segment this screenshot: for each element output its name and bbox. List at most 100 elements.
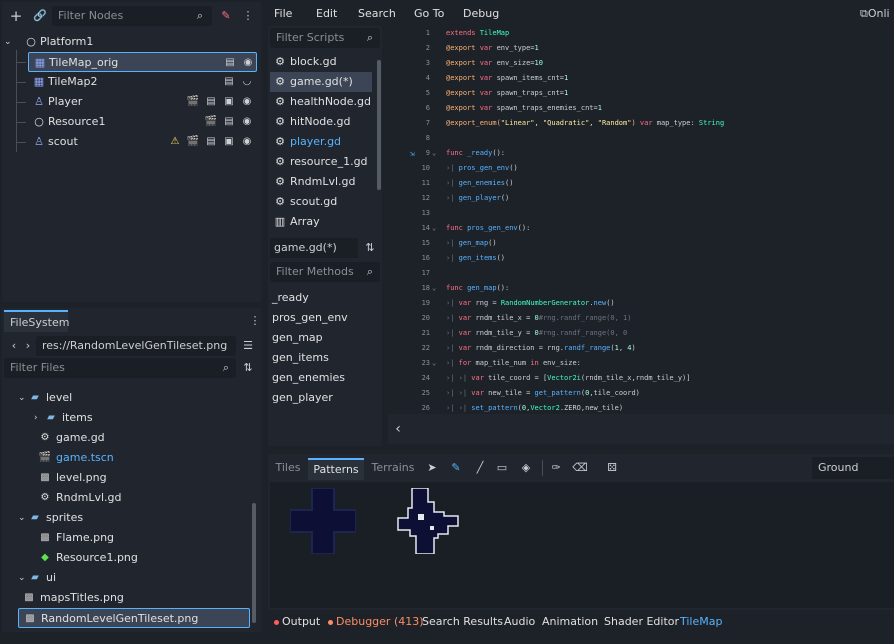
scene-node-player[interactable]: ♙ Player ◉ ▣ ▤ 🎬 <box>28 92 257 112</box>
chevron-down-icon[interactable]: ⌄ <box>18 568 28 588</box>
bottom-tab-shader-editor[interactable]: Shader Editor <box>604 612 679 632</box>
script-filter-icon[interactable]: ✎ <box>218 8 234 24</box>
menu-file[interactable]: File <box>274 2 292 26</box>
eye-icon[interactable]: ◉ <box>239 112 255 132</box>
scene-node-tilemap-orig[interactable]: ▦ TileMap_orig ◉ ▤ <box>28 52 257 72</box>
script-list-item[interactable]: ⚙ game.gd(*) <box>270 72 372 92</box>
fold-arrow-icon[interactable]: ⌄ <box>432 146 440 161</box>
fold-arrow-icon[interactable]: ⌄ <box>432 281 440 296</box>
group-icon[interactable]: ▣ <box>221 92 237 112</box>
file-item[interactable]: › ▰ items <box>34 408 250 428</box>
filesystem-tab[interactable]: FileSystem <box>4 310 69 332</box>
file-tree-scrollbar[interactable] <box>252 503 256 623</box>
pattern-1[interactable] <box>290 488 356 554</box>
sort-icon[interactable]: ⇅ <box>240 360 256 376</box>
picker-tool-icon[interactable]: ✑ <box>548 460 564 476</box>
more-vertical-icon[interactable]: ⋮ <box>247 313 263 329</box>
paint-tool-icon[interactable]: ✎ <box>448 460 464 476</box>
bottom-tab-tilemap[interactable]: TileMap <box>680 612 722 632</box>
more-vertical-icon[interactable]: ⋮ <box>240 8 256 24</box>
file-item[interactable]: ▩ mapsTitles.png <box>18 588 250 608</box>
code-editor[interactable]: 1 2 3 4 5 6 7 8 9 10 11 12 13 14 15 16 17 18 19 20 21 22 23 24 2… <box>388 26 894 412</box>
script-icon[interactable]: ▤ <box>221 72 237 92</box>
file-item[interactable]: ⚙ RndmLvl.gd <box>34 488 250 508</box>
eye-icon[interactable]: ◉ <box>239 132 255 152</box>
scene-node-scout[interactable]: ♙ scout ◉ ▣ ▤ 🎬 ⚠ <box>28 132 257 152</box>
clapper-icon[interactable]: 🎬 <box>185 92 201 112</box>
group-icon[interactable]: ▣ <box>221 132 237 152</box>
bottom-tab-output[interactable]: Output <box>274 612 320 632</box>
files-filter-input[interactable]: Filter Files <box>4 358 236 378</box>
warning-icon[interactable]: ⚠ <box>167 132 183 152</box>
eraser-tool-icon[interactable]: ⌫ <box>572 460 588 476</box>
script-icon[interactable]: ▤ <box>203 132 219 152</box>
eye-closed-icon[interactable]: ◡ <box>239 72 255 92</box>
bottom-tab-search-results[interactable]: Search Results <box>422 612 503 632</box>
pattern-2[interactable] <box>394 488 460 554</box>
select-tool-icon[interactable]: ➤ <box>424 460 440 476</box>
add-node-icon[interactable]: + <box>8 8 24 24</box>
menu-edit[interactable]: Edit <box>316 2 337 26</box>
menu-debug[interactable]: Debug <box>463 2 499 26</box>
chevron-down-icon[interactable]: ⌄ <box>4 32 16 52</box>
script-icon[interactable]: ▤ <box>203 92 219 112</box>
script-list-item[interactable]: ⚙ block.gd <box>270 52 372 72</box>
script-list-item[interactable]: ⚙ resource_1.gd <box>270 152 372 172</box>
script-list-item[interactable]: ▥ Array <box>270 212 372 232</box>
scene-filter-input[interactable]: Filter Nodes <box>52 6 212 26</box>
bucket-tool-icon[interactable]: ◈ <box>518 460 534 476</box>
bottom-tab-animation[interactable]: Animation <box>542 612 598 632</box>
method-item[interactable]: gen_player <box>272 388 333 408</box>
fold-arrow-icon[interactable]: ⌄ <box>432 356 440 371</box>
script-list-item[interactable]: ⚙ healthNode.gd <box>270 92 372 112</box>
sort-icon[interactable]: ⇅ <box>362 240 378 256</box>
script-list-item[interactable]: ⚙ RndmLvl.gd <box>270 172 372 192</box>
file-item[interactable]: ▩ RandomLevelGenTileset.png <box>18 608 250 628</box>
layer-dropdown[interactable]: Ground <box>812 457 894 479</box>
chevron-right-icon[interactable]: › <box>34 408 44 428</box>
scene-node-tilemap2[interactable]: ▦ TileMap2 ◡ ▤ <box>28 72 257 92</box>
method-item[interactable]: gen_enemies <box>272 368 345 388</box>
script-icon[interactable]: ▤ <box>222 53 238 73</box>
eye-icon[interactable]: ◉ <box>240 53 256 73</box>
file-item[interactable]: ▩ level.png <box>34 468 250 488</box>
bottom-tab-audio[interactable]: Audio <box>504 612 535 632</box>
file-item[interactable]: ⌄ ▰ sprites <box>18 508 250 528</box>
scene-node-platform1[interactable]: ⌄ ○ Platform1 <box>4 32 257 52</box>
method-item[interactable]: gen_map <box>272 328 323 348</box>
tab-patterns[interactable]: Patterns <box>308 458 364 480</box>
random-tile-icon[interactable]: ⚄ <box>604 460 620 476</box>
fold-arrow-icon[interactable]: ⌄ <box>432 221 440 236</box>
file-item[interactable]: ⌄ ▰ ui <box>18 568 250 588</box>
script-icon[interactable]: ▤ <box>221 112 237 132</box>
path-field[interactable]: res://RandomLevelGenTileset.png <box>36 336 236 356</box>
file-item[interactable]: 🎬 game.tscn <box>34 448 250 468</box>
clapper-icon[interactable]: 🎬 <box>203 112 219 132</box>
online-docs-button[interactable]: ⧉Onli <box>860 6 890 22</box>
script-list-item[interactable]: ⚙ player.gd <box>270 132 372 152</box>
eye-icon[interactable]: ◉ <box>239 92 255 112</box>
chevron-down-icon[interactable]: ⌄ <box>18 388 28 408</box>
tab-tiles[interactable]: Tiles <box>270 458 306 480</box>
patterns-area[interactable] <box>270 482 894 608</box>
script-list-item[interactable]: ⚙ hitNode.gd <box>270 112 372 132</box>
bookmark-icon[interactable]: ⇲ <box>410 146 420 161</box>
script-list-scrollbar[interactable] <box>377 60 381 190</box>
clapper-icon[interactable]: 🎬 <box>185 132 201 152</box>
tab-terrains[interactable]: Terrains <box>366 458 420 480</box>
method-item[interactable]: gen_items <box>272 348 329 368</box>
file-item[interactable]: ⌄ ▰ level <box>18 388 250 408</box>
file-item[interactable]: ▩ Flame.png <box>34 528 250 548</box>
script-list-item[interactable]: ⚙ scout.gd <box>270 192 372 212</box>
link-icon[interactable]: 🔗 <box>32 8 48 24</box>
menu-go-to[interactable]: Go To <box>414 2 444 26</box>
forward-arrow-icon[interactable]: › <box>20 338 36 354</box>
rect-tool-icon[interactable]: ▭ <box>494 460 510 476</box>
chevron-down-icon[interactable]: ⌄ <box>18 508 28 528</box>
method-item[interactable]: _ready <box>272 288 309 308</box>
bottom-tab-debugger[interactable]: Debugger (413) <box>328 612 424 632</box>
collapse-left-icon[interactable]: ‹ <box>390 421 406 437</box>
file-item[interactable]: ⚙ game.gd <box>34 428 250 448</box>
menu-search[interactable]: Search <box>358 2 396 26</box>
line-tool-icon[interactable]: ╱ <box>472 460 488 476</box>
